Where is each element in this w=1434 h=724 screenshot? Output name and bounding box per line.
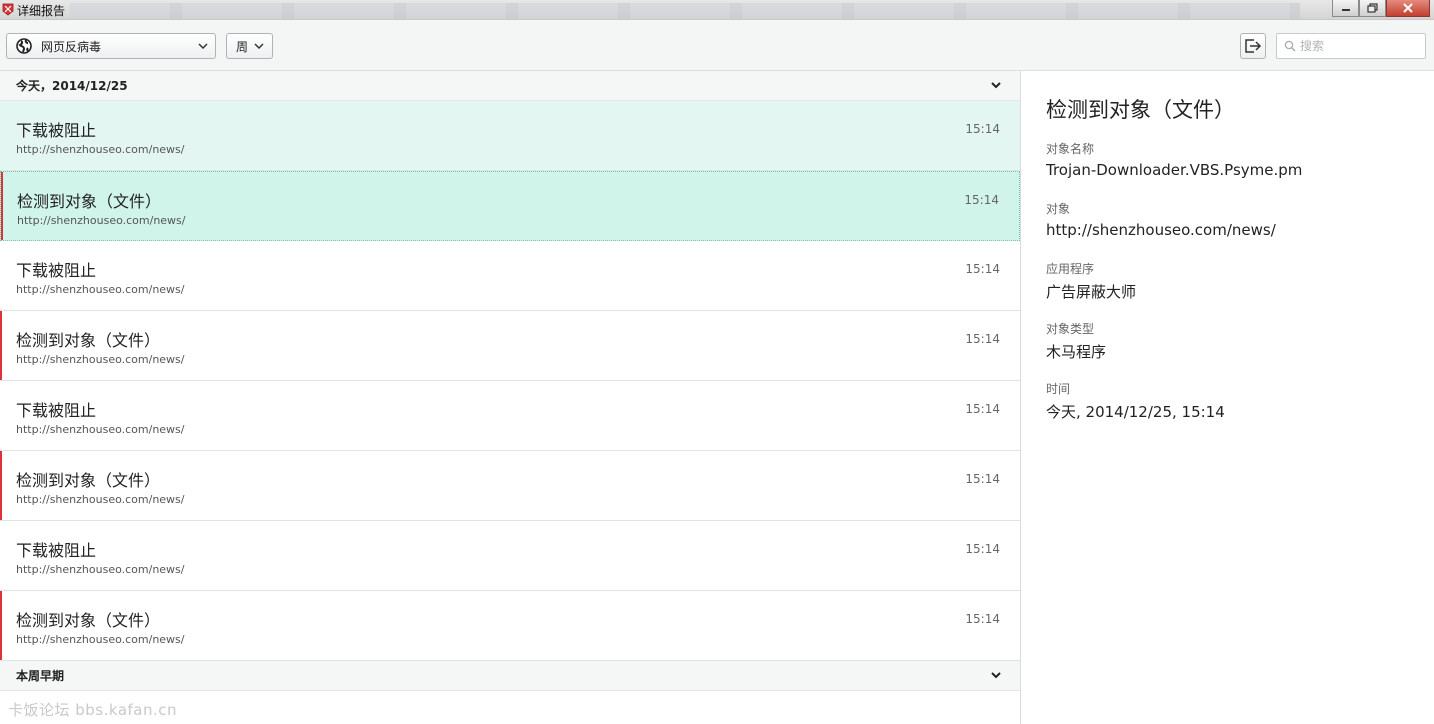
field-value: 今天, 2014/12/25, 15:14: [1046, 403, 1225, 421]
event-time: 15:14: [965, 262, 1000, 276]
field-value: Trojan-Downloader.VBS.Psyme.pm: [1046, 161, 1303, 179]
detail-title: 检测到对象（文件）: [1046, 98, 1235, 122]
event-item[interactable]: 下载被阻止 http://shenzhouseo.com/news/ 15:14: [0, 381, 1020, 451]
component-dropdown[interactable]: 网页反病毒: [6, 33, 216, 59]
period-dropdown-value: 周: [236, 39, 249, 54]
field-label: 对象: [1046, 202, 1071, 216]
background-taskbar-strip: [70, 3, 1300, 19]
event-title: 下载被阻止: [16, 541, 97, 560]
event-title: 检测到对象（文件）: [16, 471, 161, 490]
detail-field-object-type: 对象类型 木马程序: [1046, 320, 1106, 362]
minimize-icon: [1341, 9, 1350, 11]
window-controls: [1332, 0, 1430, 17]
search-input[interactable]: [1300, 39, 1420, 53]
field-label: 时间: [1046, 382, 1071, 396]
field-value: http://shenzhouseo.com/news/: [1046, 221, 1276, 239]
event-time: 15:14: [965, 542, 1000, 556]
event-list: 今天，2014/12/25 下载被阻止 http://shenzhouseo.c…: [0, 71, 1021, 724]
period-dropdown[interactable]: 周: [226, 33, 273, 59]
event-url: http://shenzhouseo.com/news/: [16, 423, 185, 436]
event-item-selected[interactable]: 检测到对象（文件） http://shenzhouseo.com/news/ 1…: [0, 171, 1020, 241]
event-url: http://shenzhouseo.com/news/: [17, 214, 186, 227]
event-title: 检测到对象（文件）: [16, 611, 161, 630]
event-time: 15:14: [965, 332, 1000, 346]
event-url: http://shenzhouseo.com/news/: [16, 563, 185, 576]
detail-field-application: 应用程序 广告屏蔽大师: [1046, 260, 1136, 302]
detail-pane: 检测到对象（文件） 对象名称 Trojan-Downloader.VBS.Psy…: [1022, 71, 1434, 724]
maximize-button[interactable]: [1359, 0, 1386, 17]
event-item[interactable]: 检测到对象（文件） http://shenzhouseo.com/news/ 1…: [0, 451, 1020, 521]
event-item[interactable]: 下载被阻止 http://shenzhouseo.com/news/ 15:14: [0, 241, 1020, 311]
toolbar: 网页反病毒 周: [0, 20, 1434, 71]
minimize-button[interactable]: [1332, 0, 1359, 17]
search-box[interactable]: [1276, 33, 1426, 59]
component-dropdown-value: 网页反病毒: [41, 39, 102, 54]
event-url: http://shenzhouseo.com/news/: [16, 143, 185, 156]
window-title: 详细报告: [17, 4, 66, 18]
event-item[interactable]: 检测到对象（文件） http://shenzhouseo.com/news/ 1…: [0, 311, 1020, 381]
event-url: http://shenzhouseo.com/news/: [16, 633, 185, 646]
field-label: 对象类型: [1046, 322, 1095, 336]
app-icon: [2, 3, 14, 16]
event-time: 15:14: [965, 612, 1000, 626]
event-title: 检测到对象（文件）: [17, 192, 162, 211]
group-header-earlier-this-week[interactable]: 本周早期: [0, 661, 1020, 691]
detail-field-time: 时间 今天, 2014/12/25, 15:14: [1046, 380, 1225, 422]
chevron-down-icon: [991, 82, 1001, 89]
event-title: 下载被阻止: [16, 121, 97, 140]
search-icon: [1284, 40, 1296, 52]
restore-icon: [1366, 3, 1378, 13]
chevron-down-icon: [991, 672, 1001, 679]
group-header-label: 今天，2014/12/25: [16, 79, 128, 93]
group-header-label: 本周早期: [16, 669, 65, 683]
event-url: http://shenzhouseo.com/news/: [16, 353, 185, 366]
watermark: 卡饭论坛 bbs.kafan.cn: [8, 701, 178, 719]
globe-icon: [16, 38, 32, 54]
title-bar: 详细报告: [0, 0, 1434, 20]
close-button[interactable]: [1386, 0, 1430, 17]
chevron-down-icon: [254, 43, 264, 49]
event-title: 下载被阻止: [16, 261, 97, 280]
event-time: 15:14: [964, 193, 999, 207]
close-icon: [1403, 3, 1413, 13]
export-button[interactable]: [1240, 33, 1266, 59]
event-time: 15:14: [965, 402, 1000, 416]
field-label: 对象名称: [1046, 142, 1095, 156]
event-title: 下载被阻止: [16, 401, 97, 420]
event-url: http://shenzhouseo.com/news/: [16, 493, 185, 506]
event-title: 检测到对象（文件）: [16, 331, 161, 350]
event-time: 15:14: [965, 122, 1000, 136]
chevron-down-icon: [198, 43, 208, 49]
export-icon: [1245, 39, 1262, 53]
detail-field-object: 对象 http://shenzhouseo.com/news/: [1046, 200, 1276, 239]
field-value: 广告屏蔽大师: [1046, 283, 1137, 301]
event-item[interactable]: 检测到对象（文件） http://shenzhouseo.com/news/ 1…: [0, 591, 1020, 661]
field-label: 应用程序: [1046, 262, 1095, 276]
group-header-today[interactable]: 今天，2014/12/25: [0, 71, 1020, 101]
field-value: 木马程序: [1046, 343, 1107, 361]
event-time: 15:14: [965, 472, 1000, 486]
event-item[interactable]: 下载被阻止 http://shenzhouseo.com/news/ 15:14: [0, 521, 1020, 591]
event-url: http://shenzhouseo.com/news/: [16, 283, 185, 296]
detail-field-object-name: 对象名称 Trojan-Downloader.VBS.Psyme.pm: [1046, 140, 1302, 179]
event-item[interactable]: 下载被阻止 http://shenzhouseo.com/news/ 15:14: [0, 101, 1020, 171]
